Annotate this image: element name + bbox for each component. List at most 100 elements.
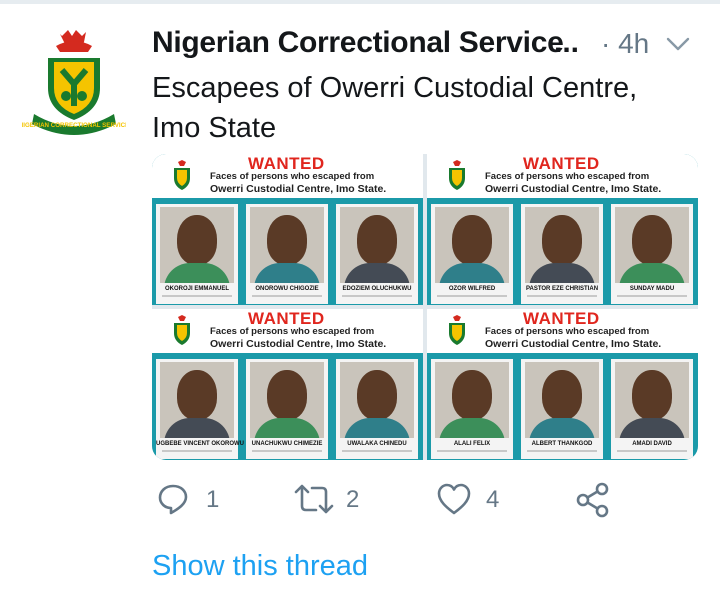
share-icon xyxy=(576,482,609,518)
shirt-shape xyxy=(254,418,320,438)
face-shape xyxy=(632,215,672,265)
wanted-poster[interactable]: WANTED Faces of persons who escaped from O… xyxy=(427,309,698,460)
author-name[interactable]: Nigerian Correctional Service xyxy=(152,26,564,60)
tweet-media-grid[interactable]: WANTED Faces of persons who escaped from O… xyxy=(152,154,698,460)
coat-of-arms-icon xyxy=(449,315,465,345)
like-count: 4 xyxy=(486,486,500,513)
escapee-photo xyxy=(525,207,599,283)
poster-subtitle-line: Faces of persons who escaped from xyxy=(485,171,650,182)
face-shape xyxy=(452,215,492,265)
escapee-name: UGBEBE VINCENT OKOROWU xyxy=(156,441,245,447)
escapee-photo xyxy=(525,362,599,438)
wanted-poster[interactable]: WANTED Faces of persons who escaped from O… xyxy=(427,154,698,305)
details-line xyxy=(342,295,412,297)
tweet-text: Escapees of Owerri Custodial Centre, Imo… xyxy=(152,68,700,148)
shirt-shape xyxy=(344,263,410,283)
escapee-name: ALBERT THANKGOD xyxy=(531,441,593,447)
heart-icon xyxy=(437,483,471,515)
poster-subtitle-line: Owerri Custodial Centre, Imo State. xyxy=(210,338,387,350)
retweet-count: 2 xyxy=(346,486,360,513)
escapee-name: EDOZIEM OLUCHUKWU xyxy=(342,286,412,292)
face-shape xyxy=(357,215,397,265)
escapee-card: OKOROJI EMMANUEL xyxy=(156,204,238,304)
escapee-photo xyxy=(435,207,509,283)
author-name-ellipsis: ... xyxy=(554,26,580,59)
coat-of-arms-icon xyxy=(174,160,190,190)
coat-of-arms-icon xyxy=(449,160,465,190)
details-line xyxy=(252,450,322,452)
escapee-card: AMADI DAVID xyxy=(611,359,693,459)
escapee-photo xyxy=(340,362,414,438)
share-button[interactable] xyxy=(576,482,616,518)
escapee-card: UNACHUKWU CHIMEZIE xyxy=(246,359,328,459)
svg-text:NIGERIAN CORRECTIONAL SERVICE: NIGERIAN CORRECTIONAL SERVICE xyxy=(22,122,126,129)
poster-subtitle-line: Faces of persons who escaped from xyxy=(210,326,375,337)
shirt-shape xyxy=(254,263,320,283)
escapee-card: ALALI FELIX xyxy=(431,359,513,459)
tweet-actions: 1 2 4 xyxy=(152,482,700,522)
escapee-name: OKOROJI EMMANUEL xyxy=(164,286,229,292)
nigerian-correctional-service-logo-icon[interactable]: NIGERIAN CORRECTIONAL SERVICE xyxy=(22,26,126,138)
escapee-photo xyxy=(340,207,414,283)
escapee-card: ALBERT THANKGOD xyxy=(521,359,603,459)
details-line xyxy=(252,295,322,297)
escapee-name: ONOROWU CHIGOZIE xyxy=(255,286,319,292)
poster-subtitle-line: Owerri Custodial Centre, Imo State. xyxy=(485,338,662,350)
poster-header: WANTED Faces of persons who escaped from O… xyxy=(152,154,423,198)
wanted-poster[interactable]: WANTED Faces of persons who escaped from O… xyxy=(152,309,423,460)
details-line xyxy=(437,450,507,452)
escapee-photo xyxy=(615,207,689,283)
escapee-card: SUNDAY MADU xyxy=(611,204,693,304)
face-shape xyxy=(452,370,492,420)
details-line xyxy=(437,295,507,297)
escapee-name: SUNDAY MADU xyxy=(629,286,675,292)
retweet-button[interactable]: 2 xyxy=(294,482,374,518)
poster-header: WANTED Faces of persons who escaped from O… xyxy=(152,309,423,353)
top-divider xyxy=(0,0,720,4)
details-line xyxy=(617,295,687,297)
details-line xyxy=(162,295,232,297)
face-shape xyxy=(177,215,217,265)
poster-subtitle-line: Owerri Custodial Centre, Imo State. xyxy=(485,183,662,195)
escapee-photo xyxy=(160,207,234,283)
like-button[interactable]: 4 xyxy=(436,482,516,518)
poster-header: WANTED Faces of persons who escaped from O… xyxy=(427,154,698,198)
shirt-shape xyxy=(439,263,505,283)
reply-icon xyxy=(158,484,188,515)
chevron-down-icon[interactable] xyxy=(664,30,692,58)
escapee-name: UWALAKA CHINEDU xyxy=(347,441,407,447)
face-shape xyxy=(177,370,217,420)
escapee-photo xyxy=(160,362,234,438)
escapee-photo xyxy=(250,362,324,438)
coat-of-arms-icon xyxy=(174,315,190,345)
poster-subtitle-line: Owerri Custodial Centre, Imo State. xyxy=(210,183,387,195)
details-line xyxy=(342,450,412,452)
details-line xyxy=(162,450,232,452)
details-line xyxy=(527,450,597,452)
escapee-name: UNACHUKWU CHIMEZIE xyxy=(251,441,323,447)
escapee-photo xyxy=(615,362,689,438)
shirt-shape xyxy=(619,418,685,438)
shirt-shape xyxy=(439,418,505,438)
face-shape xyxy=(542,370,582,420)
escapee-card: EDOZIEM OLUCHUKWU xyxy=(336,204,418,304)
escapee-name: OZOR WILFRED xyxy=(448,286,496,292)
face-shape xyxy=(632,370,672,420)
shirt-shape xyxy=(164,418,230,438)
shirt-shape xyxy=(344,418,410,438)
wanted-poster[interactable]: WANTED Faces of persons who escaped from O… xyxy=(152,154,423,305)
face-shape xyxy=(542,215,582,265)
details-line xyxy=(617,450,687,452)
escapee-photo xyxy=(435,362,509,438)
details-line xyxy=(527,295,597,297)
tweet-timestamp[interactable]: · 4h xyxy=(601,28,649,60)
shirt-shape xyxy=(619,263,685,283)
poster-subtitle-line: Faces of persons who escaped from xyxy=(485,326,650,337)
poster-subtitle-line: Faces of persons who escaped from xyxy=(210,171,375,182)
face-shape xyxy=(267,370,307,420)
reply-button[interactable]: 1 xyxy=(156,482,226,518)
escapee-card: OZOR WILFRED xyxy=(431,204,513,304)
show-thread-link[interactable]: Show this thread xyxy=(152,550,368,583)
escapee-photo xyxy=(250,207,324,283)
escapee-card: PASTOR EZE CHRISTIAN xyxy=(521,204,603,304)
